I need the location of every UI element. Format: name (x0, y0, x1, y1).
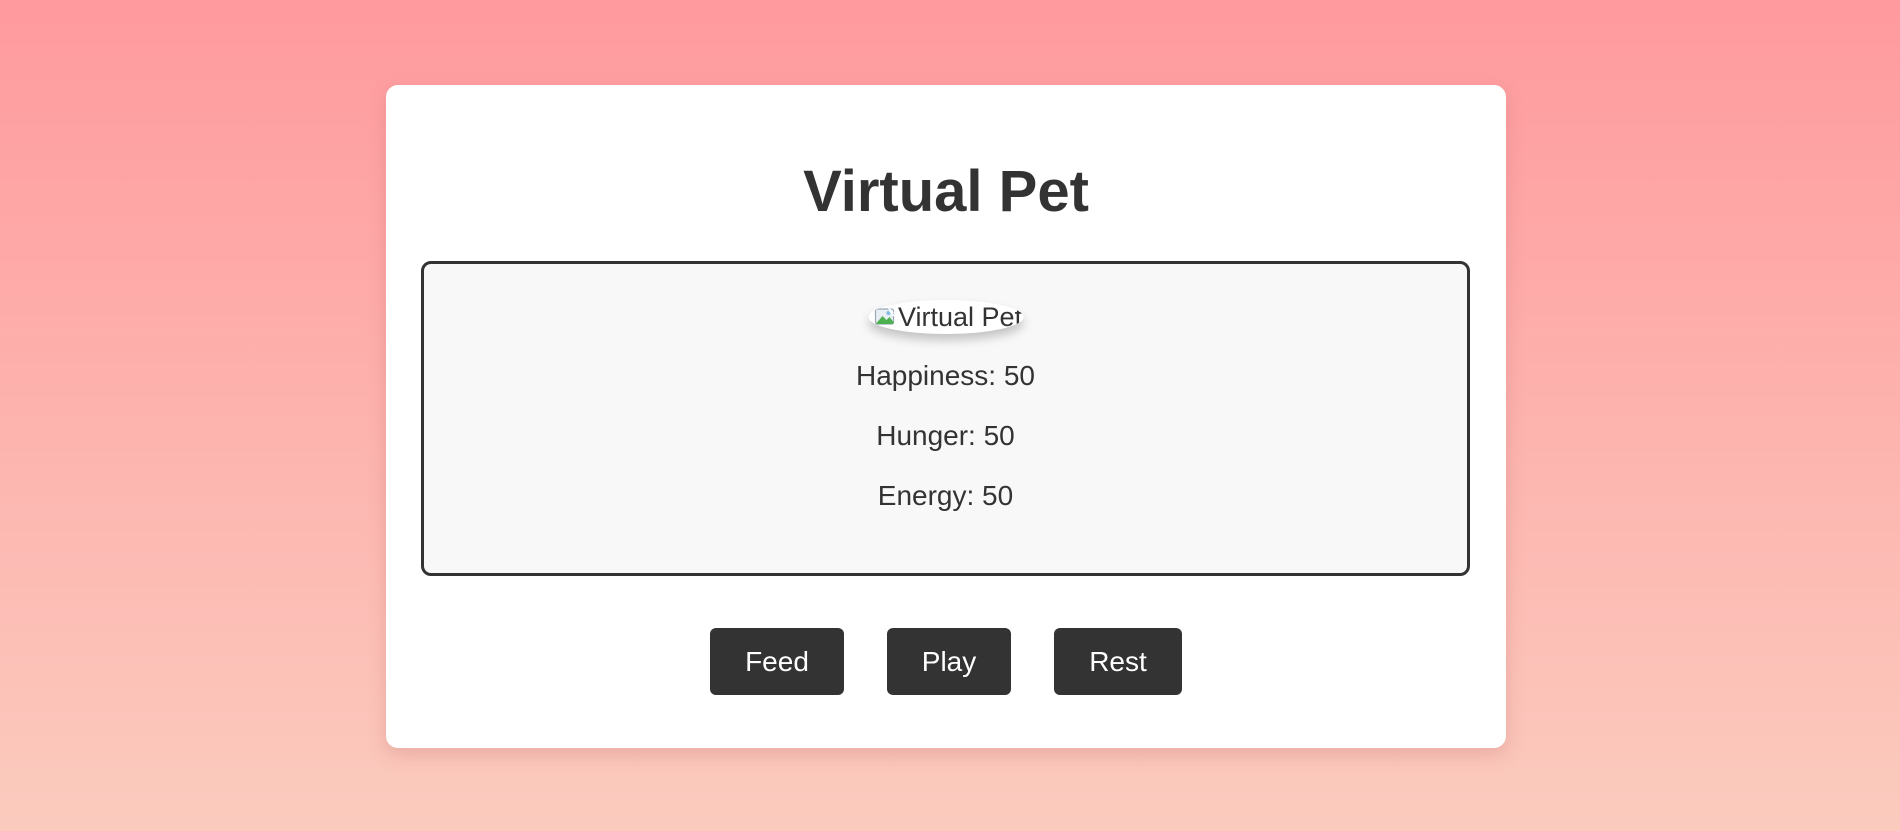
play-button[interactable]: Play (887, 628, 1011, 695)
happiness-stat: Happiness: 50 (855, 360, 1035, 391)
page-title: Virtual Pet (803, 159, 1089, 224)
pet-card: Virtual Pet Virtual Pet Happiness: 50 Hu… (386, 85, 1506, 748)
rest-button[interactable]: Rest (1054, 628, 1182, 695)
broken-image-icon (874, 307, 896, 327)
energy-stat: Energy: 50 (877, 480, 1014, 511)
hunger-stat: Hunger: 50 (876, 420, 1015, 451)
feed-button[interactable]: Feed (710, 628, 844, 695)
pet-image: Virtual Pet (868, 300, 1023, 334)
pet-status-panel: Virtual Pet Happiness: 50 Hunger: 50 Ene… (421, 261, 1470, 576)
pet-image-alt-text: Virtual Pet (898, 301, 1023, 332)
